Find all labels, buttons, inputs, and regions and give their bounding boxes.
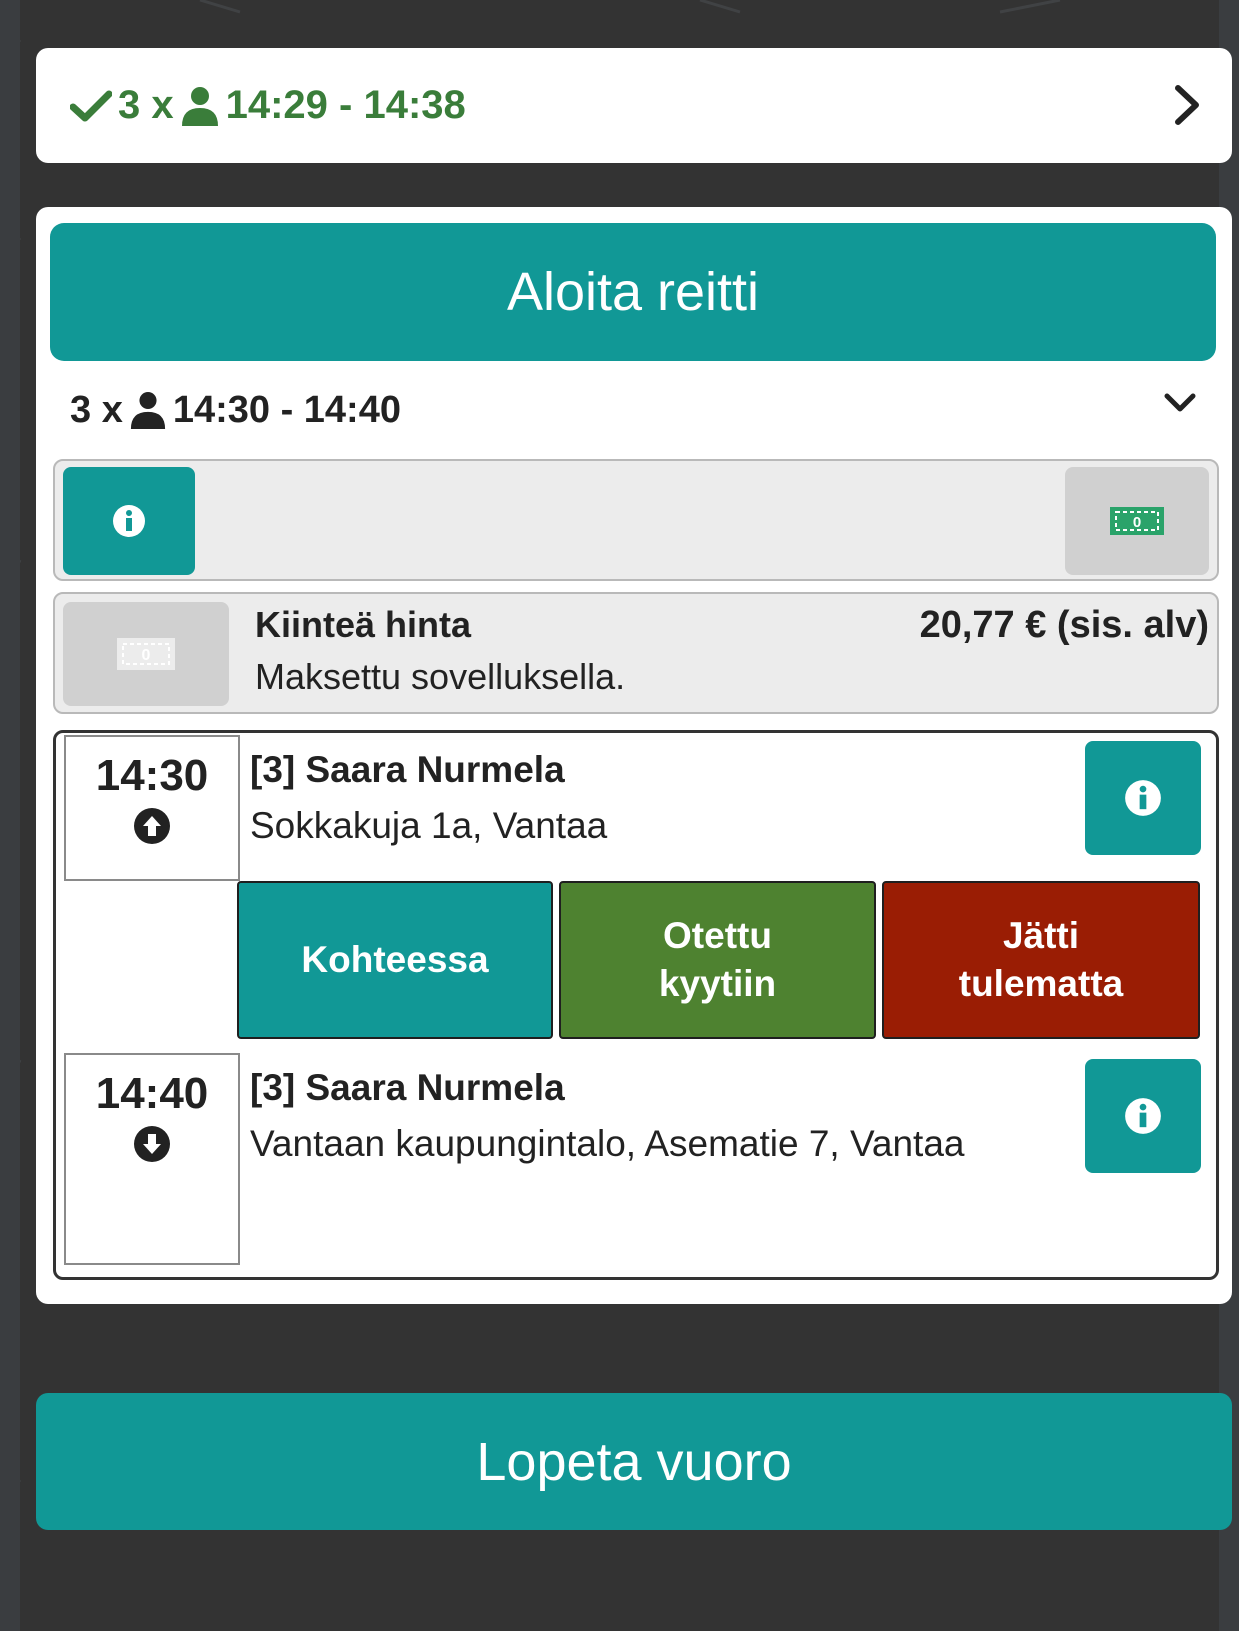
- stop-passenger: [3] Saara Nurmela: [250, 1067, 565, 1108]
- stop-info-button[interactable]: [1085, 741, 1201, 855]
- stop-time: 14:30: [95, 751, 209, 800]
- route-summary-text: 3 x 14:29 - 14:38: [70, 83, 466, 128]
- info-icon: [1125, 1098, 1161, 1134]
- stop-time-cell: 14:30: [64, 735, 240, 881]
- price-info: 0 Kiinteä hinta Maksettu sovelluksella. …: [53, 592, 1219, 714]
- arrived-button[interactable]: Kohteessa: [237, 881, 553, 1039]
- stop-passenger: [3] Saara Nurmela: [250, 749, 565, 790]
- trip-info-button[interactable]: [63, 467, 195, 575]
- payment-method: Maksettu sovelluksella.: [255, 656, 626, 697]
- stop-info-button[interactable]: [1085, 1059, 1201, 1173]
- trip-toolbar: 0: [53, 459, 1219, 581]
- frame-left: [0, 0, 20, 1631]
- payment-status-button[interactable]: 0: [1065, 467, 1209, 575]
- route-card: Aloita reitti 3 x 14:30 - 14:40 0 0 Kiin…: [36, 207, 1232, 1304]
- person-icon: [181, 86, 218, 126]
- stop-address: Sokkakuja 1a, Vantaa: [250, 805, 608, 846]
- arrow-down-circle-icon: [134, 1126, 170, 1162]
- checkmark-icon: [70, 90, 112, 121]
- route-summary-time: 14:29 - 14:38: [225, 83, 466, 127]
- stop-address: Vantaan kaupungintalo, Asematie 7, Vanta…: [250, 1123, 965, 1164]
- route-summary-count: 3 x: [118, 83, 174, 127]
- info-icon: [1125, 780, 1161, 816]
- price-amount: 20,77 € (sis. alv): [919, 604, 1209, 646]
- trip-header-text: 3 x 14:30 - 14:40: [70, 389, 401, 432]
- no-show-button[interactable]: Jätti tulematta: [882, 881, 1200, 1039]
- start-route-button[interactable]: Aloita reitti: [50, 223, 1216, 361]
- arrow-up-circle-icon: [134, 808, 170, 844]
- trip-header[interactable]: 3 x 14:30 - 14:40: [70, 385, 1210, 435]
- price-title: Kiinteä hinta: [255, 604, 472, 645]
- chevron-down-icon[interactable]: [1162, 389, 1198, 417]
- money-icon: 0: [1110, 507, 1164, 535]
- info-icon: [113, 505, 145, 537]
- money-icon: 0: [117, 638, 175, 670]
- trip-count: 3 x: [70, 388, 123, 431]
- route-summary-row[interactable]: 3 x 14:29 - 14:38: [36, 48, 1232, 163]
- chevron-right-icon[interactable]: [1172, 82, 1202, 128]
- picked-up-button[interactable]: Otettu kyytiin: [559, 881, 876, 1039]
- trip-time: 14:30 - 14:40: [172, 388, 401, 431]
- end-shift-button[interactable]: Lopeta vuoro: [36, 1393, 1232, 1530]
- stop-time: 14:40: [95, 1069, 209, 1118]
- money-icon-text: 0: [1133, 514, 1141, 531]
- money-icon-text: 0: [142, 647, 151, 664]
- person-icon: [130, 391, 165, 429]
- stops-list: 14:30 [3] Saara Nurmela Sokkakuja 1a, Va…: [53, 730, 1219, 1280]
- stop-time-cell: 14:40: [64, 1053, 240, 1265]
- price-money-icon-box: 0: [63, 602, 229, 706]
